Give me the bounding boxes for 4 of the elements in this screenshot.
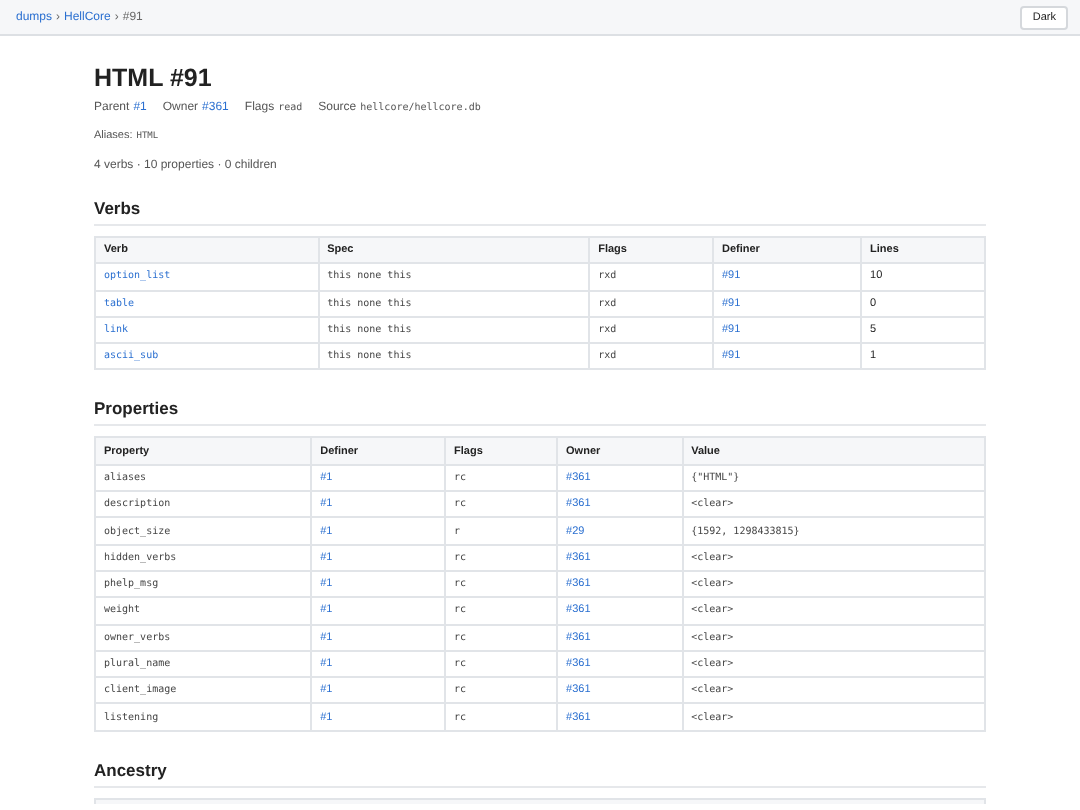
section-heading: Ancestry xyxy=(94,759,986,788)
section-heading: Properties xyxy=(94,398,986,427)
section-heading: Verbs xyxy=(94,198,986,226)
page-title: HTML #91 xyxy=(94,64,214,92)
